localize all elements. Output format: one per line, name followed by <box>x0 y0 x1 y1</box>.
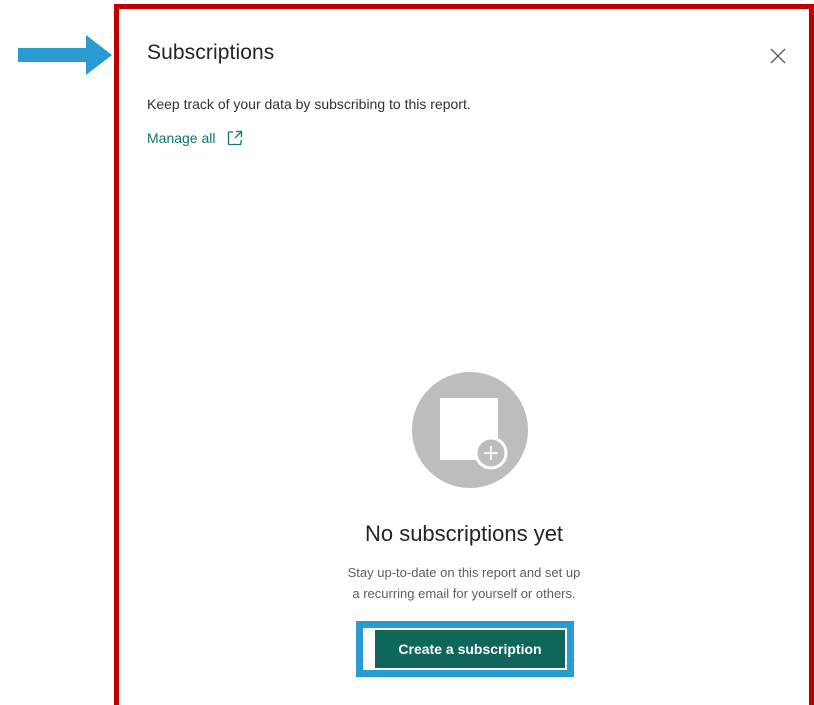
empty-state-description-line2: a recurring email for yourself or others… <box>352 586 576 601</box>
empty-state-title: No subscriptions yet <box>364 521 564 546</box>
panel-subtitle: Keep track of your data by subscribing t… <box>147 96 471 112</box>
open-in-new-window-icon <box>227 130 242 146</box>
pointer-arrow-icon <box>18 35 112 75</box>
panel-title: Subscriptions <box>147 41 275 64</box>
create-subscription-button[interactable]: Create a subscription <box>363 628 567 670</box>
screenshot-stage: Subscriptions Keep track of your data by… <box>0 0 814 705</box>
empty-state-description-line1: Stay up-to-date on this report and set u… <box>347 565 581 580</box>
subscriptions-panel: Subscriptions Keep track of your data by… <box>114 4 814 705</box>
empty-state-description: Stay up-to-date on this report and set u… <box>119 562 809 604</box>
close-icon[interactable] <box>767 45 789 67</box>
manage-all-label: Manage all <box>147 130 216 146</box>
manage-all-link[interactable]: Manage all <box>147 129 244 147</box>
subscription-add-icon <box>412 372 528 488</box>
create-button-highlight: Create a subscription <box>356 621 574 677</box>
